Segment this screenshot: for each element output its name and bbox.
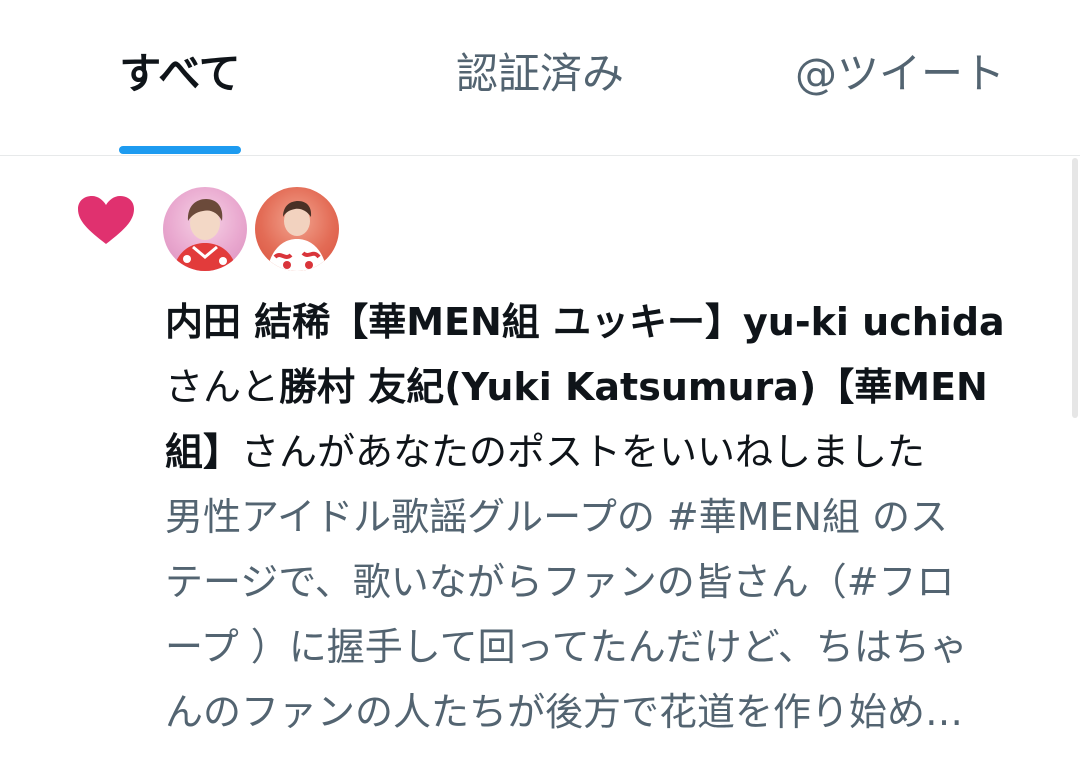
action-text: さんがあなたのポストをいいねしました [241, 430, 926, 474]
tab-mentions[interactable]: @ツイート [780, 0, 1020, 156]
avatar-yuki-uchida[interactable] [163, 187, 247, 271]
notification-text: 内田 結稀【華MEN組 ユッキー】yu-ki uchida さんと勝村 友紀(Y… [165, 290, 1045, 745]
tab-all-label: すべて [119, 48, 241, 98]
tab-verified-label: 認証済み [455, 48, 624, 98]
notification-line-3: 組】さんがあなたのポストをいいねしました [165, 420, 1045, 485]
scrollbar[interactable] [1072, 158, 1078, 418]
post-preview-line: テージで、歌いながらファンの皆さん（#フロ [165, 560, 955, 604]
user-name-yuki-uchida[interactable]: 内田 結稀【華MEN組 ユッキー】yu-ki uchida [165, 300, 1005, 344]
post-preview-line: ープ ）に握手して回ってたんだけど、ちはちゃ [165, 625, 968, 669]
avatar-yuki-katsumura[interactable] [255, 187, 339, 271]
tab-all[interactable]: すべて [80, 0, 280, 156]
user-name-yuki-katsumura[interactable]: 勝村 友紀(Yuki Katsumura)【華MEN [279, 365, 988, 409]
notification-line-1: 内田 結稀【華MEN組 ユッキー】yu-ki uchida [165, 290, 1045, 355]
tab-verified[interactable]: 認証済み [420, 0, 660, 156]
notification-line-2: さんと勝村 友紀(Yuki Katsumura)【華MEN [165, 355, 1045, 420]
post-preview-line: んのファンの人たちが後方で花道を作り始め… [165, 690, 964, 734]
user-name-yuki-katsumura-end[interactable]: 組】 [165, 430, 241, 474]
connector-text: さんと [165, 365, 280, 409]
post-preview-line: 男性アイドル歌謡グループの #華MEN組 のス [165, 495, 949, 539]
active-tab-indicator [119, 146, 241, 154]
tab-bar: すべて 認証済み @ツイート [0, 0, 1080, 156]
tab-mentions-label: @ツイート [794, 48, 1005, 98]
heart-icon [78, 196, 134, 244]
